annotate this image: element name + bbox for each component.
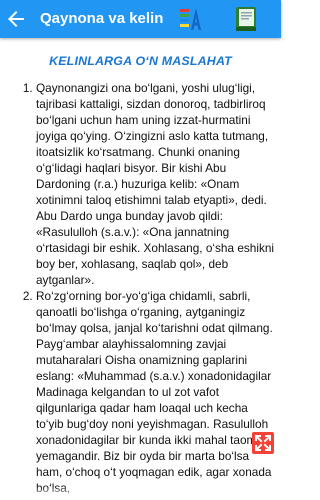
book-icon[interactable] xyxy=(233,5,259,33)
article-content[interactable]: KELINLARGA O‘N MASLAHAT Qaynonangizi ona… xyxy=(0,38,281,500)
article-heading: KELINLARGA O‘N MASLAHAT xyxy=(49,54,232,68)
page-title: Qaynona va kelin xyxy=(40,10,164,27)
app-bar: Qaynona va kelin xyxy=(0,0,281,38)
list-item: Ro‘zg‘orning bor-yo‘g‘iga chidamli, sabr… xyxy=(36,288,276,496)
fade-overlay xyxy=(0,486,281,500)
fullscreen-icon xyxy=(255,435,271,451)
fullscreen-button[interactable] xyxy=(252,432,274,454)
font-size-icon[interactable] xyxy=(179,6,203,32)
arrow-back-icon[interactable] xyxy=(4,7,28,31)
list-item: Qaynonangizi ona bo‘lgani, yoshi ulug‘li… xyxy=(36,80,276,288)
advice-list: Qaynonangizi ona bo‘lgani, yoshi ulug‘li… xyxy=(0,80,281,496)
